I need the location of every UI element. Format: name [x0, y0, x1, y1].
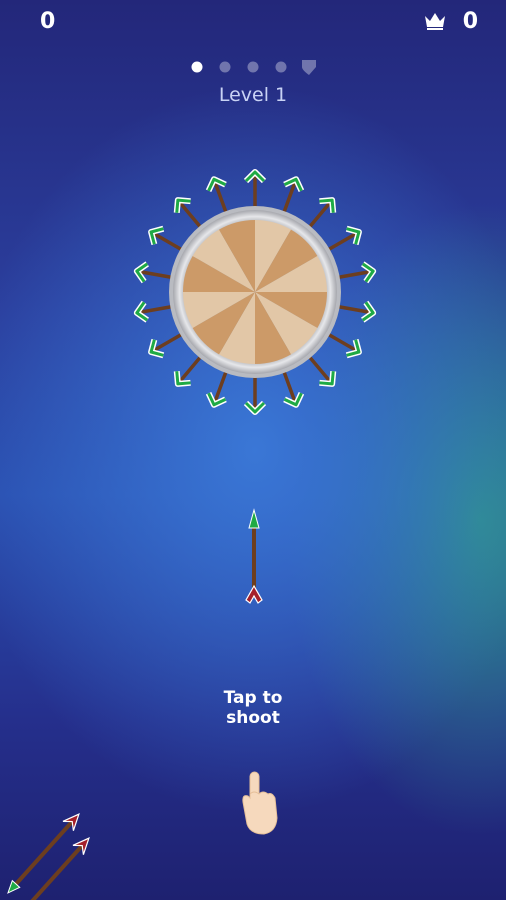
- stuck-arrow: [148, 225, 187, 254]
- stuck-arrow: [323, 330, 362, 359]
- stuck-arrow: [305, 352, 337, 387]
- stuck-arrow: [205, 176, 230, 218]
- stuck-arrow: [148, 330, 187, 359]
- target-board[interactable]: [169, 206, 341, 378]
- remaining-arrows: [7, 813, 90, 900]
- stuck-arrow: [280, 366, 305, 408]
- spare-arrow: [7, 813, 80, 894]
- tap-hint-line1: Tap to: [223, 688, 283, 708]
- stuck-arrow: [173, 352, 205, 387]
- stuck-arrow: [173, 197, 205, 232]
- tap-hint: Tap to shoot: [0, 688, 506, 728]
- ready-arrow: [245, 508, 263, 604]
- stuck-arrow: [323, 225, 362, 254]
- board-wood: [183, 220, 327, 364]
- play-field[interactable]: [0, 0, 506, 900]
- tap-hint-line2: shoot: [226, 708, 280, 728]
- stuck-arrow: [305, 197, 337, 232]
- stuck-arrow: [205, 366, 230, 408]
- stuck-arrow: [280, 176, 305, 218]
- tap-hand-icon: [242, 771, 278, 835]
